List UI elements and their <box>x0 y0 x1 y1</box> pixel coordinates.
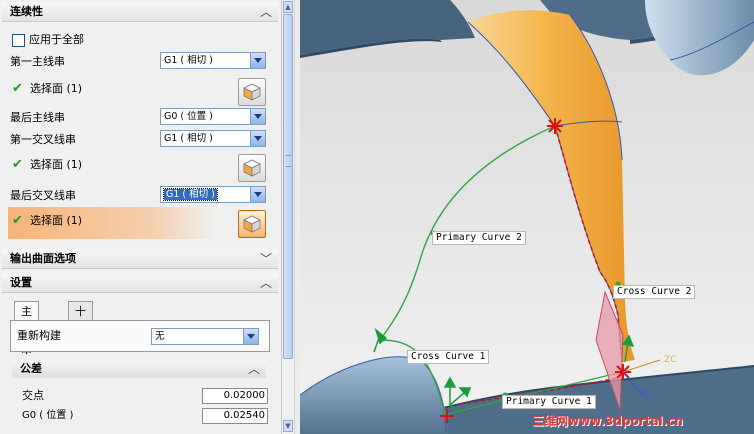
zc-axis-label: ZC <box>664 355 677 365</box>
viewport-scene <box>300 0 754 434</box>
last-primary-row: 最后主线串 G0 ( 位置 ) <box>10 107 270 129</box>
select-face-button-2[interactable] <box>238 154 266 182</box>
output-section-title: 输出曲面选项 <box>10 252 76 265</box>
g0-tolerance-input[interactable]: 0.02540 <box>202 408 268 424</box>
chevron-up-icon[interactable]: ︿ <box>248 360 260 378</box>
chevron-down-icon[interactable] <box>250 109 265 124</box>
cross-curve-1-label: Cross Curve 1 <box>407 350 490 364</box>
tab-primary-strings[interactable]: 主线串 <box>14 301 39 356</box>
chevron-down-icon[interactable] <box>250 131 265 146</box>
chevron-up-icon[interactable]: ︿ <box>260 2 272 22</box>
select-face-row-3: ✔ 选择面 (1) <box>10 210 270 238</box>
scrollbar-thumb[interactable] <box>283 14 293 359</box>
check-icon: ✔ <box>12 81 23 96</box>
select-face-row-1: ✔ 选择面 (1) <box>10 78 270 106</box>
apply-all-label: 应用于全部 <box>29 33 84 46</box>
rebuild-label: 重新构建 <box>17 329 61 342</box>
last-primary-label: 最后主线串 <box>10 111 65 124</box>
output-section-header[interactable]: 输出曲面选项 ﹀ <box>2 249 278 269</box>
apply-all-row: 应用于全部 <box>10 29 270 51</box>
yc-axis-label: YC <box>639 390 651 400</box>
panel-scrollbar[interactable]: ▲ ▼ <box>281 0 294 434</box>
chevron-down-icon[interactable] <box>250 53 265 68</box>
select-face-button-3[interactable] <box>238 210 266 238</box>
primary-curve-1-label: Primary Curve 1 <box>502 395 596 409</box>
rebuild-value: 无 <box>155 331 165 342</box>
first-primary-label: 第一主线串 <box>10 55 65 68</box>
check-icon: ✔ <box>12 157 23 172</box>
intersection-tolerance-input[interactable]: 0.02000 <box>202 388 268 404</box>
last-cross-value: G1 ( 相切 ) <box>163 188 218 201</box>
graphics-viewport[interactable]: Primary Curve 2 Cross Curve 1 Primary Cu… <box>300 0 754 434</box>
select-face-label-1: 选择面 (1) <box>30 82 83 95</box>
chevron-down-icon[interactable] <box>250 187 265 202</box>
last-primary-value: G0 ( 位置 ) <box>164 111 213 122</box>
face-cube-icon <box>243 215 261 233</box>
last-cross-select[interactable]: G1 ( 相切 ) <box>160 186 266 203</box>
g0-label: G0 ( 位置 ) <box>22 410 74 421</box>
first-cross-value: G1 ( 相切 ) <box>164 133 213 144</box>
red-star-marker-top[interactable] <box>547 118 563 134</box>
scroll-down-arrow-icon[interactable]: ▼ <box>283 420 293 432</box>
g0-tolerance-row: G0 ( 位置 ) 0.02540 <box>10 405 270 427</box>
scroll-up-arrow-icon[interactable]: ▲ <box>283 1 293 13</box>
last-cross-label: 最后交叉线串 <box>10 189 76 202</box>
cross-curve-2-label: Cross Curve 2 <box>613 285 696 299</box>
select-face-label-3: 选择面 (1) <box>30 214 83 227</box>
settings-section-header[interactable]: 设置 ︿ <box>2 273 278 293</box>
chevron-down-icon[interactable] <box>243 329 258 344</box>
select-face-button-1[interactable] <box>238 78 266 106</box>
tab-cross[interactable]: 十字 <box>68 301 93 337</box>
intersection-label: 交点 <box>22 389 44 402</box>
continuity-section-header[interactable]: 连续性 ︿ <box>2 2 278 22</box>
settings-tab-content: 重新构建 无 <box>10 320 270 352</box>
select-face-label-2: 选择面 (1) <box>30 158 83 171</box>
tolerance-section-header[interactable]: 公差 ︿ <box>12 360 266 378</box>
primary-curve-2-label: Primary Curve 2 <box>432 231 526 245</box>
apply-all-checkbox[interactable] <box>12 34 25 47</box>
first-cross-label: 第一交叉线串 <box>10 133 76 146</box>
first-primary-value: G1 ( 相切 ) <box>164 55 213 66</box>
chevron-down-icon[interactable]: ﹀ <box>260 249 272 269</box>
last-primary-select[interactable]: G0 ( 位置 ) <box>160 108 266 125</box>
settings-section-title: 设置 <box>10 276 32 289</box>
watermark-logo: 三维网www.3dportal.cn <box>532 414 683 428</box>
chevron-up-icon[interactable]: ︿ <box>260 273 272 293</box>
last-cross-row: 最后交叉线串 G1 ( 相切 ) <box>10 185 270 207</box>
intersection-tolerance-row: 交点 0.02000 <box>10 385 270 407</box>
continuity-section-title: 连续性 <box>10 5 43 18</box>
tolerance-section-title: 公差 <box>20 362 42 375</box>
select-face-row-2: ✔ 选择面 (1) <box>10 154 270 182</box>
check-icon: ✔ <box>12 213 23 228</box>
rebuild-select[interactable]: 无 <box>151 328 259 345</box>
first-cross-row: 第一交叉线串 G1 ( 相切 ) <box>10 129 270 151</box>
first-cross-select[interactable]: G1 ( 相切 ) <box>160 130 266 147</box>
surface-dialog-panel: 连续性 ︿ 应用于全部 第一主线串 G1 ( 相切 ) ✔ 选择面 (1) 最后… <box>0 0 281 434</box>
first-primary-row: 第一主线串 G1 ( 相切 ) <box>10 51 270 73</box>
face-cube-icon <box>243 159 261 177</box>
first-primary-select[interactable]: G1 ( 相切 ) <box>160 52 266 69</box>
face-cube-icon <box>243 83 261 101</box>
